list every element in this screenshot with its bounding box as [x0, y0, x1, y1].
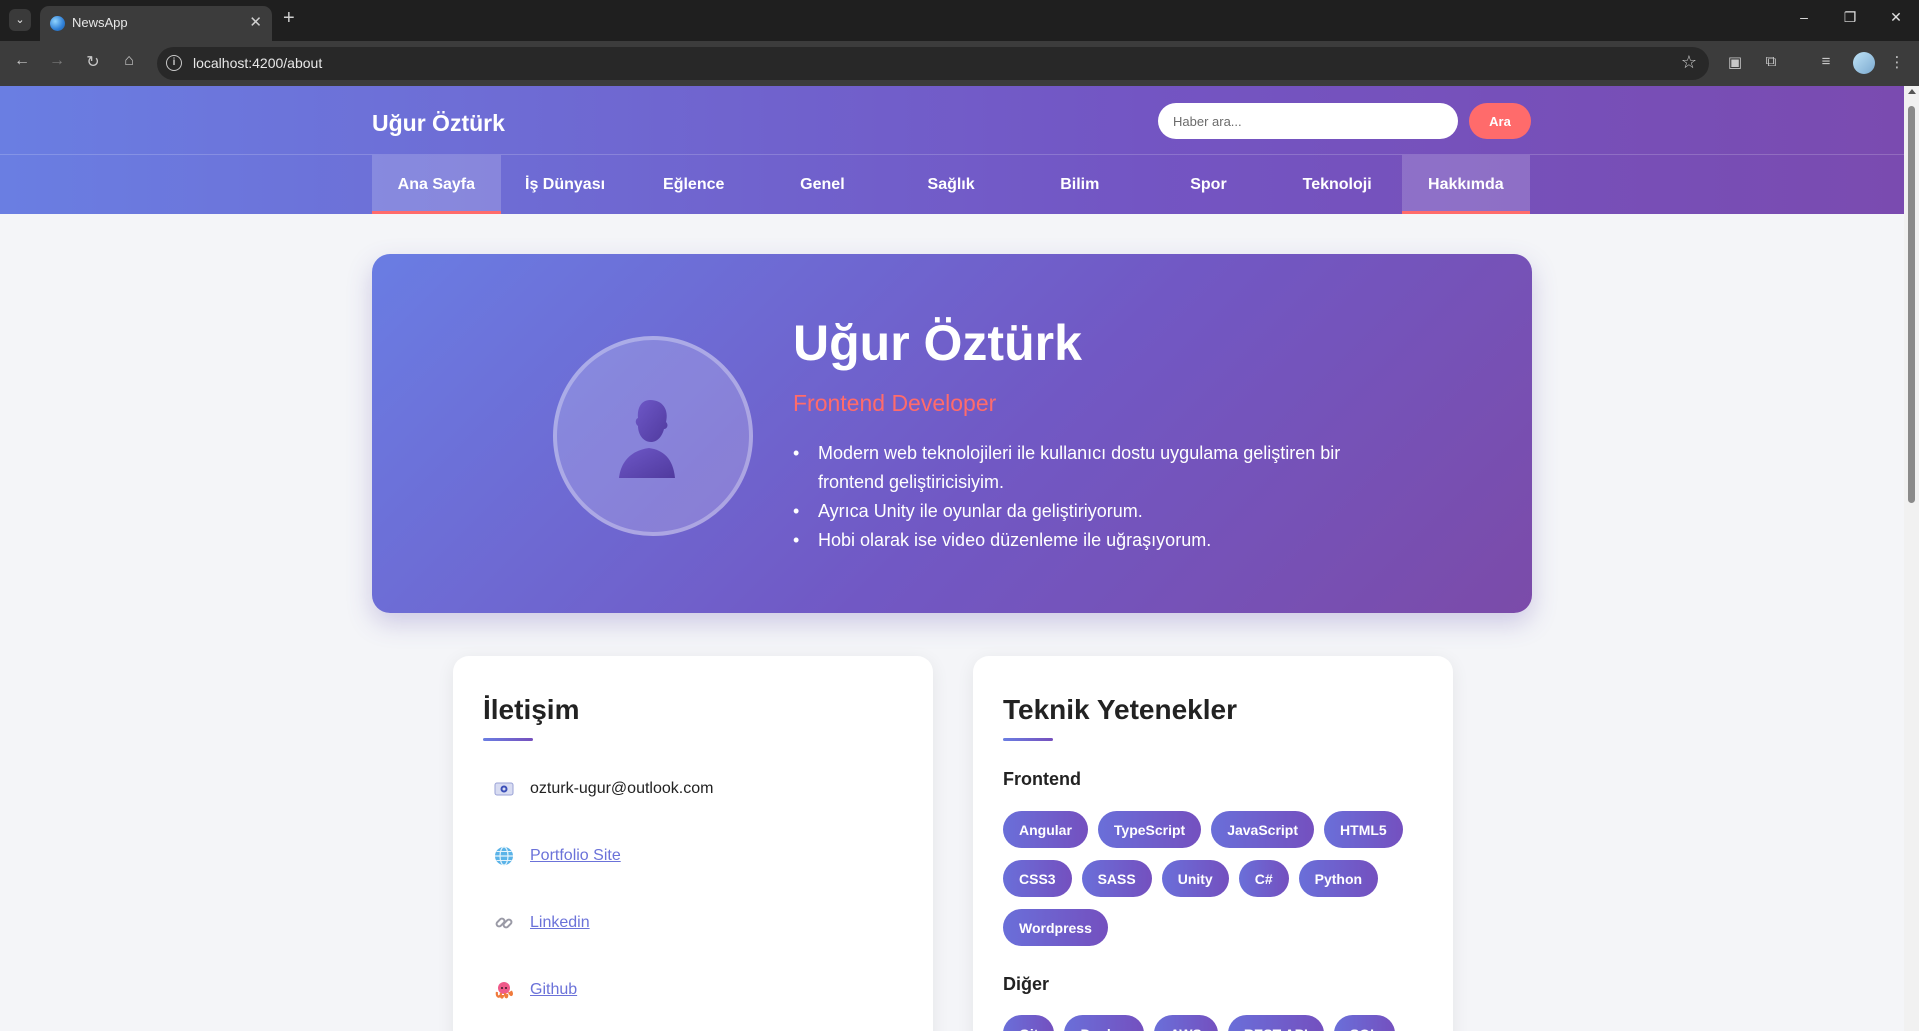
bookmark-star-icon[interactable]: ☆ [1681, 52, 1697, 73]
nav-item-eglence[interactable]: Eğlence [629, 155, 758, 214]
link-icon [493, 912, 515, 934]
address-url: localhost:4200/about [193, 55, 323, 71]
title-underline [1003, 738, 1053, 741]
skill-group-frontend: Frontend [1003, 769, 1081, 789]
skill-chip: Unity [1161, 860, 1229, 897]
skill-chip: Wordpress [1003, 909, 1108, 946]
contact-title: İletişim [483, 694, 580, 725]
extensions-puzzle-icon[interactable]: ⧉ [1761, 53, 1781, 70]
nav-item-saglik[interactable]: Sağlık [887, 155, 1016, 214]
site-header: Uğur Öztürk Ara Ana Sayfa İş Dünyası Eğl… [0, 86, 1904, 214]
nav-item-bilim[interactable]: Bilim [1015, 155, 1144, 214]
profile-name: Uğur Öztürk [793, 315, 1082, 371]
person-silhouette-icon [619, 400, 675, 478]
contact-github-row: Github [493, 979, 577, 1001]
skill-chip: Python [1298, 860, 1379, 897]
reload-icon[interactable]: ↻ [82, 52, 104, 72]
skill-chip: REST API [1227, 1015, 1324, 1031]
skills-title: Teknik Yetenekler [1003, 694, 1237, 725]
tab-search-chevron-icon[interactable]: ⌄ [9, 9, 31, 31]
skill-chip: Git [1003, 1015, 1055, 1031]
octocat-icon [493, 979, 515, 1001]
nav-item-genel[interactable]: Genel [758, 155, 887, 214]
site-info-icon[interactable]: i [166, 55, 182, 71]
other-chip-list: Git Docker AWS REST API SQL [1003, 1015, 1423, 1031]
skill-chip: JavaScript [1211, 811, 1315, 848]
contact-email[interactable]: ozturk-ugur@outlook.com [530, 780, 713, 798]
bio-item: Ayrıca Unity ile oyunlar da geliştiriyor… [793, 497, 1373, 526]
browser-tab-bar: ⌄ NewsApp ✕ + – ❐ ✕ [0, 0, 1919, 41]
browser-toolbar: ← → ↻ ⌂ i localhost:4200/about ☆ ▣ ⧉ ≡ ⋮ [0, 41, 1919, 86]
window-close-icon[interactable]: ✕ [1886, 9, 1906, 26]
tab-close-icon[interactable]: ✕ [249, 13, 262, 31]
github-link[interactable]: Github [530, 981, 577, 999]
skill-chip: CSS3 [1003, 860, 1072, 897]
bio-item: Modern web teknolojileri ile kullanıcı d… [793, 439, 1373, 497]
skill-chip: Angular [1003, 811, 1088, 848]
skill-chip: TypeScript [1097, 811, 1202, 848]
address-bar[interactable]: i localhost:4200/about ☆ [157, 47, 1709, 80]
contact-portfolio-row: Portfolio Site [493, 845, 621, 867]
profile-role: Frontend Developer [793, 390, 997, 416]
nav-item-ana-sayfa[interactable]: Ana Sayfa [372, 155, 501, 214]
portfolio-link[interactable]: Portfolio Site [530, 847, 621, 865]
skill-group-diger: Diğer [1003, 974, 1050, 994]
nav-item-is-dunyasi[interactable]: İş Dünyası [501, 155, 630, 214]
skill-chip: SASS [1081, 860, 1152, 897]
skills-card: Teknik Yetenekler Frontend Angular TypeS… [973, 656, 1453, 1031]
scroll-up-arrow-icon[interactable] [1908, 89, 1916, 94]
contact-email-row: ozturk-ugur@outlook.com [493, 778, 713, 800]
frontend-chip-list: Angular TypeScript JavaScript HTML5 CSS3… [1003, 811, 1423, 946]
home-icon[interactable]: ⌂ [118, 52, 140, 70]
site-brand[interactable]: Uğur Öztürk [372, 110, 505, 137]
menu-kebab-icon[interactable]: ⋮ [1887, 53, 1907, 71]
page-viewport: Uğur Öztürk Ara Ana Sayfa İş Dünyası Eğl… [0, 86, 1904, 1031]
new-tab-plus-icon[interactable]: + [283, 7, 295, 30]
back-arrow-icon[interactable]: ← [11, 52, 33, 70]
search-input[interactable] [1158, 103, 1458, 139]
profile-bio-list: Modern web teknolojileri ile kullanıcı d… [793, 439, 1373, 555]
cast-icon[interactable]: ▣ [1725, 53, 1745, 71]
email-icon [493, 778, 515, 800]
profile-avatar-icon[interactable] [1853, 52, 1875, 74]
nav-item-hakkimda[interactable]: Hakkımda [1401, 155, 1531, 214]
minimize-icon[interactable]: – [1794, 9, 1814, 25]
linkedin-link[interactable]: Linkedin [530, 914, 590, 932]
reading-list-icon[interactable]: ≡ [1816, 53, 1836, 70]
forward-arrow-icon[interactable]: → [46, 52, 68, 70]
skill-chip: C# [1238, 860, 1289, 897]
globe-icon [493, 845, 515, 867]
title-underline [483, 738, 533, 741]
globe-favicon-icon [50, 16, 65, 31]
scroll-thumb[interactable] [1908, 106, 1915, 503]
category-nav: Ana Sayfa İş Dünyası Eğlence Genel Sağlı… [372, 155, 1531, 214]
contact-linkedin-row: Linkedin [493, 912, 590, 934]
nav-item-spor[interactable]: Spor [1144, 155, 1273, 214]
profile-hero: Uğur Öztürk Frontend Developer Modern we… [372, 254, 1532, 613]
avatar [553, 336, 753, 536]
skill-chip: Docker [1064, 1015, 1144, 1031]
nav-item-teknoloji[interactable]: Teknoloji [1273, 155, 1402, 214]
page-scrollbar[interactable] [1904, 86, 1919, 1031]
search-button[interactable]: Ara [1469, 103, 1531, 139]
bio-item: Hobi olarak ise video düzenleme ile uğra… [793, 526, 1373, 555]
skill-chip: SQL [1333, 1015, 1395, 1031]
tab-title: NewsApp [72, 15, 128, 30]
skill-chip: HTML5 [1324, 811, 1403, 848]
browser-tab[interactable]: NewsApp ✕ [40, 6, 272, 41]
contact-card: İletişim ozturk-ugur@outlook.com Portfol… [453, 656, 933, 1031]
skill-chip: AWS [1153, 1015, 1218, 1031]
restore-icon[interactable]: ❐ [1840, 9, 1860, 26]
